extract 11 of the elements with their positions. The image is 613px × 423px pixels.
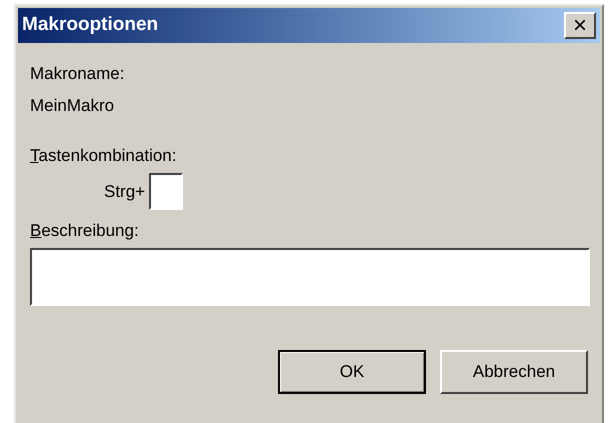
close-button[interactable]: × [564,12,596,39]
description-label: Beschreibung: [30,220,139,242]
cancel-button[interactable]: Abbrechen [440,350,588,394]
shortcut-label: Tastenkombination: [30,145,176,167]
window-title: Makrooptionen [22,13,158,38]
shortcut-key-field[interactable] [149,173,184,210]
shortcut-prefix: Strg+ [104,180,146,203]
ok-button[interactable]: OK [278,350,426,394]
description-field[interactable] [30,248,590,306]
macro-name-label: Makroname: [30,63,126,85]
macro-name-value: MeinMakro [30,95,116,117]
